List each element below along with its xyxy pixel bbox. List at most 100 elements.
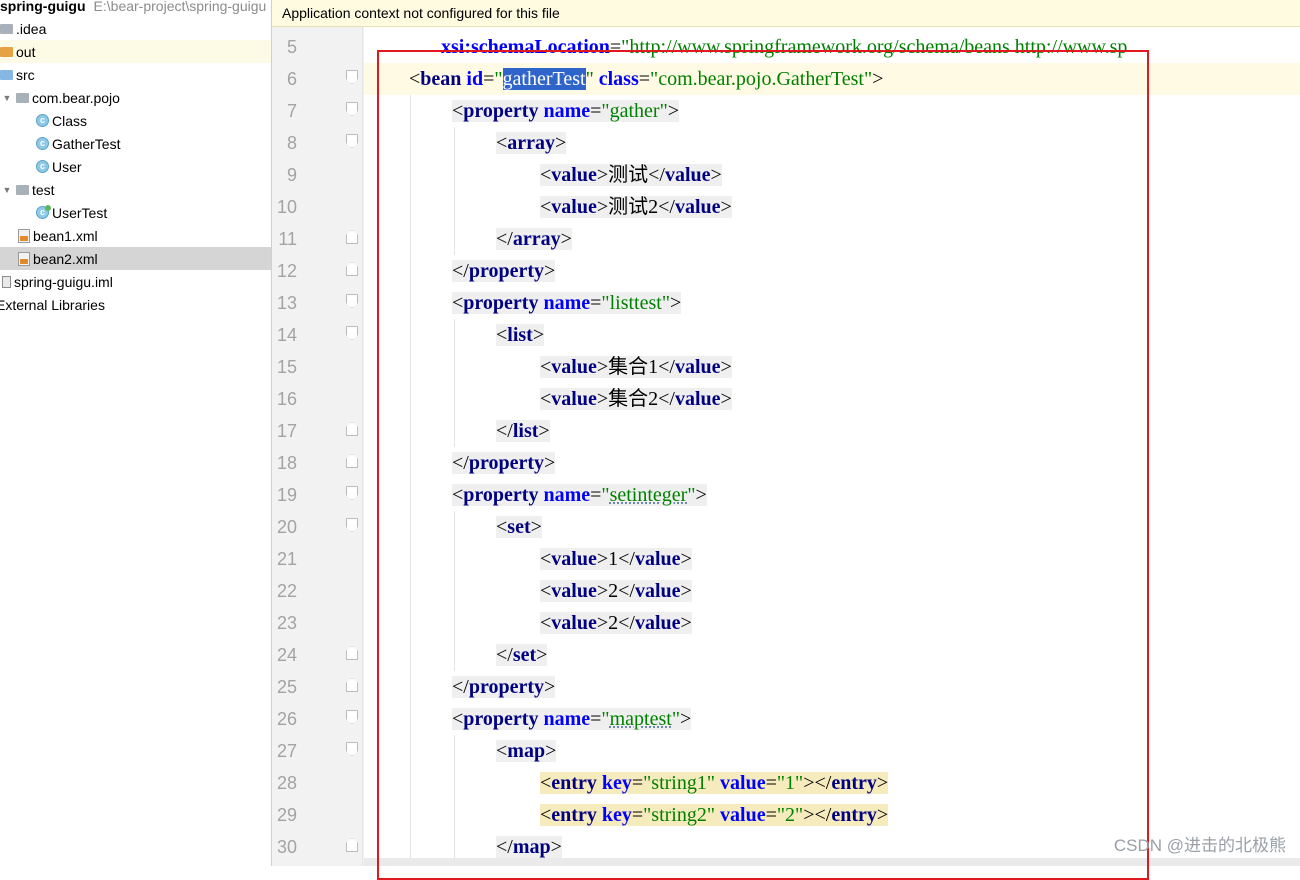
- tree-item-usertest[interactable]: c UserTest: [0, 201, 271, 224]
- tag-array: array: [507, 132, 556, 154]
- attr-value: value: [720, 804, 766, 826]
- name-value: gather: [609, 100, 660, 122]
- tree-item-project-root[interactable]: spring-guigu E:\bear-project\spring-guig…: [0, 0, 271, 17]
- class-icon: c: [36, 137, 49, 150]
- line-number: 27: [276, 741, 297, 761]
- package-icon: [16, 92, 29, 103]
- code-line-23: <value>2</value>: [540, 612, 692, 634]
- tag-property: property: [468, 676, 545, 698]
- tree-item-class[interactable]: c Class: [0, 109, 271, 132]
- tag-array: array: [512, 228, 561, 250]
- tree-item-label: spring-guigu: [0, 0, 86, 14]
- value-text: 集合2: [608, 388, 659, 410]
- tree-item-com-bear-pojo[interactable]: ▼ com.bear.pojo: [0, 86, 271, 109]
- tag-value: value: [551, 548, 597, 570]
- chevron-down-icon[interactable]: ▼: [2, 93, 12, 103]
- attr-name: name: [543, 708, 591, 730]
- tag-value: value: [634, 612, 681, 634]
- code-line-5: xsi:schemaLocation="http://www.springfra…: [441, 36, 1128, 58]
- line-number: 19: [276, 485, 297, 505]
- tag-value: value: [674, 196, 721, 218]
- tag-property: property: [463, 708, 539, 730]
- tree-item-label: bean1.xml: [33, 227, 98, 244]
- chevron-down-icon[interactable]: ▼: [2, 185, 12, 195]
- code-area[interactable]: xsi:schemaLocation="http://www.springfra…: [364, 27, 1300, 866]
- tree-item-label: com.bear.pojo: [32, 89, 120, 106]
- value-text: 集合1: [608, 356, 659, 378]
- code-line-9: <value>测试</value>: [540, 164, 722, 186]
- tag-set: set: [512, 644, 537, 666]
- entry-value: 1: [785, 772, 796, 794]
- code-editor[interactable]: Application context not configured for t…: [272, 0, 1300, 866]
- tag-value: value: [551, 388, 597, 410]
- tag-value: value: [551, 164, 597, 186]
- tree-item-label: UserTest: [52, 204, 108, 221]
- iml-file-icon: [2, 275, 11, 288]
- code-line-28: <entry key="string1" value="1"></entry>: [540, 772, 889, 794]
- value-text: 2: [608, 580, 619, 602]
- context-warning-banner: Application context not configured for t…: [272, 0, 1300, 27]
- code-line-29: <entry key="string2" value="2"></entry>: [540, 804, 889, 826]
- key-value: string1: [651, 772, 707, 794]
- tree-item-test[interactable]: ▼ test: [0, 178, 271, 201]
- line-number: 25: [276, 677, 297, 697]
- package-icon: [16, 184, 29, 195]
- xsi-schema-attr: xsi:schemaLocation: [441, 36, 610, 58]
- tree-item-label: test: [32, 181, 55, 198]
- line-number: 28: [276, 773, 297, 793]
- project-path: E:\bear-project\spring-guigu: [93, 0, 267, 14]
- spring-xml-icon: [18, 228, 30, 243]
- horizontal-scrollbar[interactable]: [364, 858, 1300, 866]
- attr-key: key: [601, 772, 632, 794]
- line-number: 13: [276, 293, 297, 313]
- line-number: 30: [276, 837, 297, 857]
- tree-item-idea[interactable]: .idea: [0, 17, 271, 40]
- excluded-folder-icon: [0, 46, 13, 57]
- line-number: 24: [276, 645, 297, 665]
- code-line-26: <property name="maptest">: [452, 708, 692, 730]
- tag-value: value: [551, 612, 597, 634]
- tag-entry: entry: [551, 772, 597, 794]
- tag-value: value: [664, 164, 711, 186]
- attr-value: value: [720, 772, 766, 794]
- tree-item-bean1-xml[interactable]: bean1.xml: [0, 224, 271, 247]
- tree-item-out[interactable]: out: [0, 40, 271, 63]
- code-line-13: <property name="listtest">: [452, 292, 682, 314]
- tag-value: value: [551, 356, 597, 378]
- tag-value: value: [634, 580, 681, 602]
- line-number: 23: [276, 613, 297, 633]
- line-number: 29: [276, 805, 297, 825]
- tree-item-label: spring-guigu.iml: [14, 273, 113, 290]
- tree-item-external-libraries[interactable]: External Libraries: [0, 293, 267, 316]
- tree-item-gathertest[interactable]: c GatherTest: [0, 132, 271, 155]
- line-number: 18: [276, 453, 297, 473]
- indent-guide: [454, 511, 455, 671]
- tag-property: property: [463, 100, 539, 122]
- code-line-18: </property>: [452, 452, 556, 474]
- class-icon: c: [36, 160, 49, 173]
- tag-list: list: [512, 420, 539, 442]
- class-icon: c: [36, 114, 49, 127]
- folder-icon: [0, 23, 13, 34]
- tree-item-user[interactable]: c User: [0, 155, 271, 178]
- tag-set: set: [507, 516, 531, 538]
- name-value: setinteger: [609, 484, 688, 506]
- tree-item-bean2-xml[interactable]: bean2.xml: [0, 247, 271, 270]
- code-line-22: <value>2</value>: [540, 580, 692, 602]
- tag-map: map: [512, 836, 551, 858]
- tag-entry: entry: [831, 804, 877, 826]
- test-class-icon: c: [36, 205, 51, 219]
- name-value: maptest: [609, 708, 672, 730]
- code-line-12: </property>: [452, 260, 556, 282]
- tag-property: property: [468, 452, 545, 474]
- attr-id: id: [466, 68, 484, 90]
- spring-xml-icon: [18, 251, 30, 266]
- tree-item-label: User: [52, 158, 82, 175]
- tree-item-label: bean2.xml: [33, 250, 98, 267]
- tree-item-src[interactable]: src: [0, 63, 271, 86]
- tree-item-label: External Libraries: [0, 296, 105, 313]
- tree-item-iml[interactable]: spring-guigu.iml: [0, 270, 271, 293]
- code-line-27: <map>: [496, 740, 557, 762]
- tag-entry: entry: [831, 772, 877, 794]
- line-number: 22: [276, 581, 297, 601]
